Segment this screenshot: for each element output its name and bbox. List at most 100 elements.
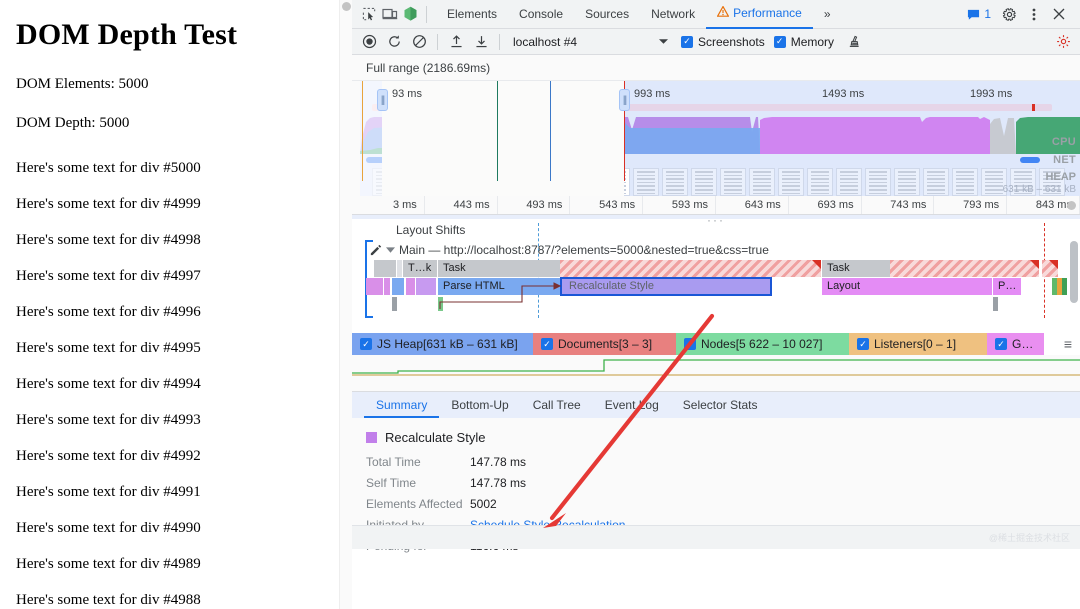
issues-count: 1 — [984, 7, 991, 21]
screenshots-checkbox[interactable]: ✓ Screenshots — [681, 35, 765, 49]
page-scrollbar-thumb[interactable] — [342, 2, 351, 11]
chevron-down-icon — [659, 39, 668, 45]
checkbox-mark: ✓ — [681, 36, 693, 48]
counter-label: Listeners[0 – 1] — [874, 337, 956, 351]
lighthouse-hexagon-icon[interactable] — [403, 6, 418, 22]
devtools-more-options-button[interactable] — [1023, 3, 1045, 25]
tab-elements[interactable]: Elements — [436, 0, 508, 29]
ruler-tick: 593 ms — [643, 196, 716, 214]
ruler-tick: 743 ms — [862, 196, 935, 214]
summary-event-header: Recalculate Style — [366, 430, 1080, 445]
tab-label: Console — [519, 7, 563, 21]
filmstrip-frame[interactable] — [836, 168, 862, 196]
device-toolbar-icon[interactable] — [382, 7, 398, 22]
tab-sources[interactable]: Sources — [574, 0, 640, 29]
ruler-tick: 443 ms — [425, 196, 498, 214]
tab-console[interactable]: Console — [508, 0, 574, 29]
counter-toggle[interactable]: ✓G… — [987, 333, 1044, 355]
filmstrip-frame[interactable] — [807, 168, 833, 196]
clear-button[interactable] — [408, 31, 430, 53]
filmstrip-frame[interactable] — [720, 168, 746, 196]
filmstrip-frame[interactable] — [633, 168, 659, 196]
summary-row: Elements Affected5002 — [366, 497, 1080, 511]
counter-toggle[interactable]: ✓Listeners[0 – 1] — [849, 333, 987, 355]
counter-label: Nodes[5 622 – 10 027] — [701, 337, 822, 351]
ruler-handle[interactable] — [1067, 201, 1076, 210]
record-and-reload-button[interactable] — [383, 31, 405, 53]
filmstrip-frame[interactable] — [923, 168, 949, 196]
summary-tab-selector-stats[interactable]: Selector Stats — [671, 392, 770, 418]
checkbox-mark: ✓ — [360, 338, 372, 350]
heap-label: HEAP — [1045, 171, 1076, 183]
save-profile-button[interactable] — [470, 31, 492, 53]
tab-performance[interactable]: Performance — [706, 0, 813, 29]
memory-counter-legend: ✓ JS Heap[631 kB – 631 kB] ✓Documents[3 – … — [352, 333, 1080, 355]
ruler-tick: 493 ms — [498, 196, 571, 214]
issues-icon — [967, 8, 980, 21]
issues-indicator[interactable]: 1 — [963, 7, 995, 21]
counter-toggle[interactable]: ✓ JS Heap[631 kB – 631 kB] — [352, 333, 533, 355]
page-line: Here's some text for div #4996 — [16, 304, 336, 321]
page-scrollbar[interactable] — [339, 0, 352, 609]
filmstrip-frame[interactable] — [691, 168, 717, 196]
full-range-label: Full range (2186.69ms) — [352, 55, 1080, 81]
profile-select-value: localhost #4 — [513, 35, 577, 49]
devtools-tabbar: Elements Console Sources Network Performance… — [352, 0, 1080, 29]
summary-row-key: Total Time — [366, 455, 470, 469]
tab-label: Elements — [447, 7, 497, 21]
memory-label: Memory — [791, 35, 834, 49]
watermark: @稀土掘金技术社区 — [989, 531, 1070, 544]
filmstrip-frame[interactable] — [952, 168, 978, 196]
overview-marker-orange — [362, 81, 363, 181]
record-button[interactable] — [358, 31, 380, 53]
devtools-close-button[interactable] — [1048, 3, 1070, 25]
filmstrip-frame[interactable] — [749, 168, 775, 196]
page-line: Here's some text for div #4997 — [16, 268, 336, 285]
timeline-ruler: 3 ms443 ms493 ms543 ms593 ms643 ms693 ms… — [352, 196, 1080, 215]
summary-event-name: Recalculate Style — [385, 430, 485, 445]
inspect-element-icon[interactable] — [362, 7, 377, 22]
counter-label: JS Heap[631 kB – 631 kB] — [377, 337, 518, 351]
page-line-list: Here's some text for div #5000Here's som… — [16, 160, 336, 609]
timeline-overview[interactable]: CPU NET HEAP 631 kB – 631 kB || || 93 ms… — [352, 81, 1080, 196]
flame-chart[interactable]: ··· Layout Shifts Main — http://localhos… — [352, 215, 1080, 333]
more-tabs-button[interactable]: » — [813, 0, 842, 29]
overview-window-handle-right[interactable]: || — [619, 89, 630, 111]
devtools-panel: Elements Console Sources Network Performance… — [352, 0, 1080, 609]
load-profile-button[interactable] — [445, 31, 467, 53]
filmstrip-frame[interactable] — [662, 168, 688, 196]
summary-row: Self Time147.78 ms — [366, 476, 1080, 490]
counters-menu-button[interactable]: ≡ — [1056, 333, 1080, 355]
devtools-tab-list: Elements Console Sources Network Performance — [436, 0, 813, 29]
tabbar-separator — [426, 6, 427, 23]
filmstrip-frame[interactable] — [778, 168, 804, 196]
devtools-tabbar-tools — [354, 6, 436, 23]
capture-settings-button[interactable] — [1052, 31, 1074, 53]
profile-select[interactable]: localhost #4 — [507, 32, 672, 51]
page-line: Here's some text for div #4998 — [16, 232, 336, 249]
overview-window-handle-left[interactable]: || — [377, 89, 388, 111]
ruler-tick: 543 ms — [570, 196, 643, 214]
tab-network[interactable]: Network — [640, 0, 706, 29]
tab-label: Sources — [585, 7, 629, 21]
memory-checkbox[interactable]: ✓ Memory — [774, 35, 834, 49]
page-line: Here's some text for div #4999 — [16, 196, 336, 213]
summary-tab-summary[interactable]: Summary — [364, 392, 439, 418]
summary-tab-event-log[interactable]: Event Log — [593, 392, 671, 418]
summary-tab-bottom-up[interactable]: Bottom-Up — [439, 392, 520, 418]
collect-garbage-button[interactable] — [843, 31, 865, 53]
tab-label: Network — [651, 7, 695, 21]
page-line: Here's some text for div #4992 — [16, 448, 336, 465]
ruler-tick: 793 ms — [934, 196, 1007, 214]
counter-label: G… — [1012, 337, 1033, 351]
page-line: Here's some text for div #4990 — [16, 520, 336, 537]
filmstrip-frame[interactable] — [894, 168, 920, 196]
filmstrip-frame[interactable] — [865, 168, 891, 196]
flame-chart-scrollbar[interactable] — [1070, 241, 1078, 303]
devtools-settings-button[interactable] — [998, 3, 1020, 25]
summary-tab-call-tree[interactable]: Call Tree — [521, 392, 593, 418]
summary-tab-bar: SummaryBottom-UpCall TreeEvent LogSelect… — [352, 392, 1080, 418]
counter-toggle[interactable]: ✓Nodes[5 622 – 10 027] — [676, 333, 849, 355]
overview-marker-green — [497, 81, 498, 181]
counter-toggle[interactable]: ✓Documents[3 – 3] — [533, 333, 676, 355]
